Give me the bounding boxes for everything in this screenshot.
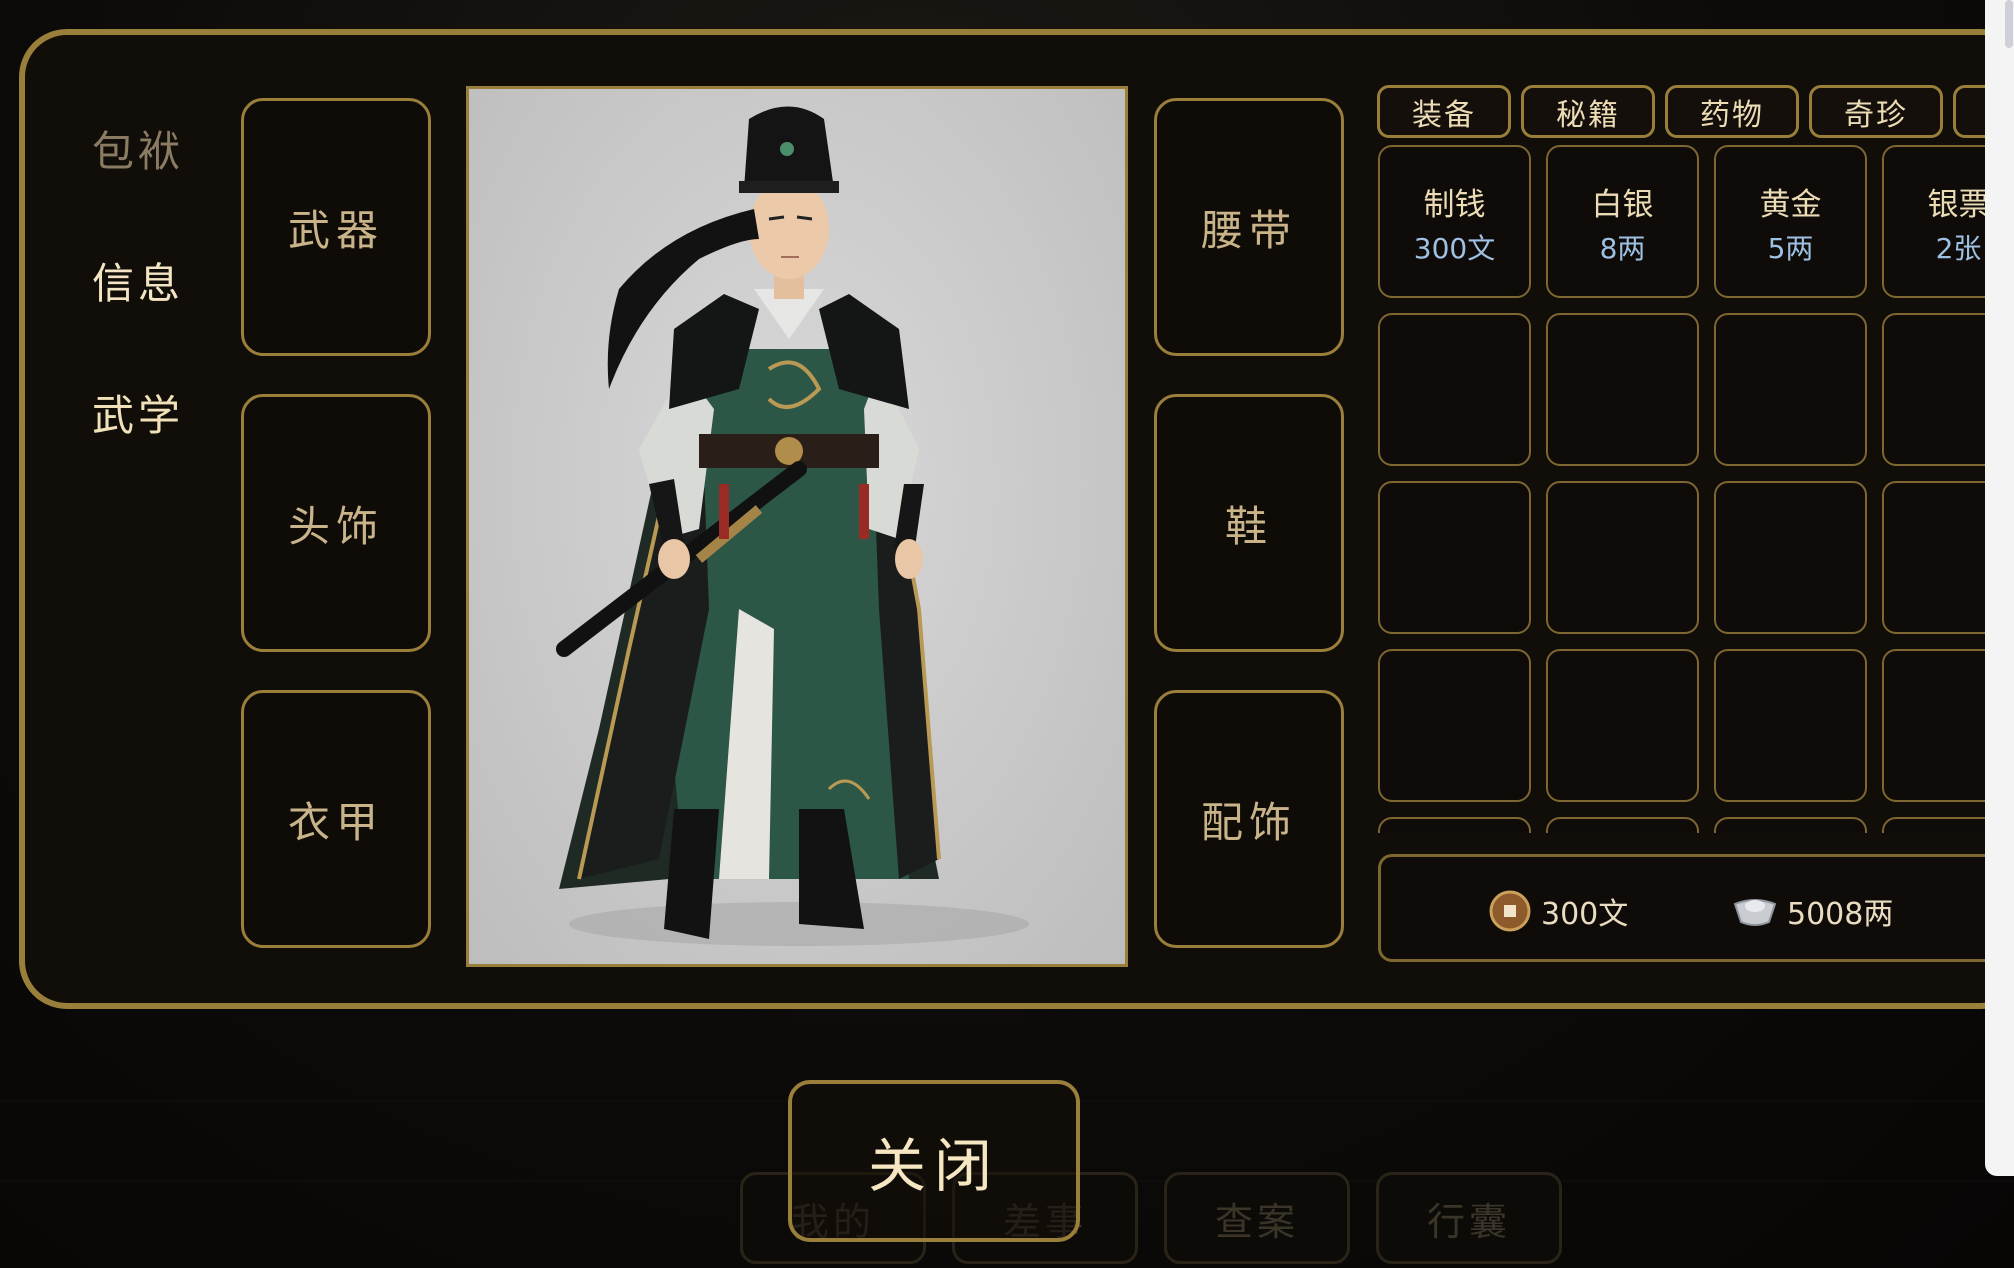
side-nav: 包袱 信息 武学: [92, 127, 202, 523]
close-button[interactable]: 关闭: [788, 1080, 1080, 1242]
headwear-slot[interactable]: 头饰: [241, 394, 431, 652]
belt-slot[interactable]: 腰带: [1154, 98, 1344, 356]
item-name: 制钱: [1423, 187, 1486, 223]
empty-item-cell[interactable]: [1546, 313, 1699, 466]
game-screen: 我的 差事 查案 行囊 包袱 信息 武学 武器 头饰 衣甲: [0, 0, 2014, 1268]
empty-item-cell[interactable]: [1378, 313, 1531, 466]
tab-equipment[interactable]: 装备: [1377, 85, 1511, 138]
empty-item-cell[interactable]: [1714, 481, 1867, 634]
empty-item-cell[interactable]: [1378, 817, 1531, 833]
item-cell-silver[interactable]: 白银 8两: [1546, 145, 1699, 298]
inventory-panel: 包袱 信息 武学 武器 头饰 衣甲 腰带 鞋 配饰 装备 秘籍 药物 奇珍 制钱…: [19, 29, 2014, 1009]
item-cell-copper[interactable]: 制钱 300文: [1378, 145, 1531, 298]
empty-item-cell[interactable]: [1714, 313, 1867, 466]
tab-treasures[interactable]: 奇珍: [1809, 85, 1943, 138]
nav-item-martial-arts[interactable]: 武学: [92, 391, 202, 441]
coin-amount: 300文: [1489, 889, 1628, 933]
item-quantity: 300文: [1413, 232, 1496, 265]
shoes-slot[interactable]: 鞋: [1154, 394, 1344, 652]
tab-medicine[interactable]: 药物: [1665, 85, 1799, 138]
bottom-nav-investigate[interactable]: 查案: [1164, 1172, 1350, 1264]
copper-coin-icon: [1489, 890, 1531, 932]
coin-total: 300文: [1541, 897, 1629, 932]
empty-item-cell[interactable]: [1378, 649, 1531, 802]
armor-slot[interactable]: 衣甲: [241, 690, 431, 948]
weapon-slot[interactable]: 武器: [241, 98, 431, 356]
empty-item-cell[interactable]: [1714, 817, 1867, 833]
tab-manuals[interactable]: 秘籍: [1521, 85, 1655, 138]
item-cell-gold[interactable]: 黄金 5两: [1714, 145, 1867, 298]
silver-amount: 5008两: [1733, 889, 1893, 933]
item-quantity: 8两: [1599, 232, 1646, 265]
empty-item-cell[interactable]: [1378, 481, 1531, 634]
character-portrait: [466, 86, 1128, 967]
nav-item-info[interactable]: 信息: [92, 259, 202, 309]
item-name: 白银: [1591, 187, 1654, 223]
item-quantity: 5两: [1767, 232, 1814, 265]
silver-ingot-icon: [1733, 899, 1777, 926]
item-grid: 制钱 300文 白银 8两 黄金 5两 银票 2张: [1378, 145, 2014, 833]
page-scrollbar[interactable]: [1985, 0, 2014, 1176]
item-name: 黄金: [1759, 187, 1822, 223]
bottom-nav-luggage[interactable]: 行囊: [1376, 1172, 1562, 1264]
empty-item-cell[interactable]: [1714, 649, 1867, 802]
empty-item-cell[interactable]: [1546, 649, 1699, 802]
silver-total: 5008两: [1787, 897, 1894, 932]
empty-item-cell[interactable]: [1546, 817, 1699, 833]
scrollbar-thumb[interactable]: [2005, 0, 2013, 48]
character-figure: [556, 106, 1029, 946]
accessory-slot[interactable]: 配饰: [1154, 690, 1344, 948]
currency-bar: 300文 5008两: [1378, 854, 2014, 962]
nav-item-bundle[interactable]: 包袱: [92, 127, 202, 177]
empty-item-cell[interactable]: [1546, 481, 1699, 634]
